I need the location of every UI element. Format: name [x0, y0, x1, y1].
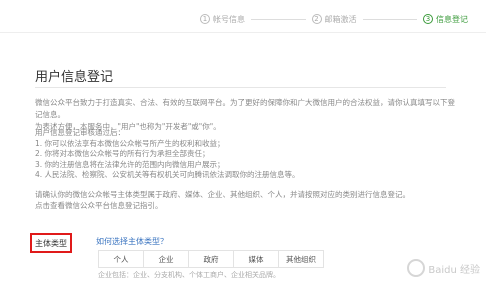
type-option-government[interactable]: 政府 [188, 250, 234, 268]
step-label: 信息登记 [436, 14, 468, 24]
progress-steps: 1 帐号信息 2 邮箱激活 3 信息登记 [200, 8, 468, 30]
subject-type-hint: 企业包括：企业、分支机构、个体工商户、企业相关品牌。 [98, 271, 280, 279]
step-connector [362, 18, 417, 20]
rule-item: 2. 你将对本微信公众帐号的所有行为承担全部责任； [35, 149, 210, 158]
type-option-enterprise[interactable]: 企业 [143, 250, 189, 268]
watermark-logo-icon [407, 259, 426, 277]
step-connector [251, 18, 306, 20]
rule-item: 4. 人民法院、检察院、公安机关等有权机关可向腾讯依法调取你的注册信息等。 [35, 170, 300, 179]
type-option-individual[interactable]: 个人 [98, 250, 144, 268]
registration-rules: 用户信息登记审核通过后： 1. 你可以依法享有本微信公众帐号所产生的权利和收益；… [35, 128, 455, 181]
intro-line: 微信公众平台致力于打造真实、合法、有效的互联网平台。为了更好的保障你和广大微信用… [35, 98, 455, 119]
notice-line: 请确认你的微信公众帐号主体类型属于政府、媒体、企业、其他组织、个人，并请按照对应… [35, 190, 410, 199]
step-number: 2 [311, 14, 322, 24]
subject-type-label-text: 主体类型 [35, 238, 67, 248]
watermark-text: Baidu 经验 [428, 264, 480, 276]
how-to-choose-link[interactable]: 如何选择主体类型？ [96, 236, 168, 247]
title-divider [35, 87, 446, 88]
steps-divider [0, 32, 486, 33]
page-title: 用户信息登记 [35, 70, 114, 85]
guide-link[interactable]: 点击查看微信公众平台信息登记指引。 [35, 201, 455, 212]
step-number: 3 [423, 14, 433, 24]
type-option-other-org[interactable]: 其他组织 [278, 250, 324, 268]
rule-item: 1. 你可以依法享有本微信公众帐号所产生的权利和收益； [35, 138, 225, 148]
rule-item: 3. 你的注册信息将在法律允许的范围内向微信用户展示； [35, 159, 225, 169]
step-label: 帐号信息 [213, 14, 245, 24]
step-number: 1 [200, 14, 210, 24]
step-email-activation: 2 邮箱激活 [311, 14, 357, 25]
subject-type-label: 主体类型 [30, 233, 72, 253]
subject-type-notice: 请确认你的微信公众帐号主体类型属于政府、媒体、企业、其他组织、个人，并请按照对应… [35, 190, 455, 211]
rules-heading: 用户信息登记审核通过后： [35, 128, 125, 137]
type-option-media[interactable]: 媒体 [233, 250, 279, 268]
watermark: Baidu 经验 [407, 259, 480, 277]
step-info-registration: 3 信息登记 [423, 14, 468, 25]
step-label: 邮箱激活 [324, 14, 357, 24]
subject-type-options: 个人 企业 政府 媒体 其他组织 [98, 250, 324, 268]
step-account-info: 1 帐号信息 [200, 14, 245, 25]
